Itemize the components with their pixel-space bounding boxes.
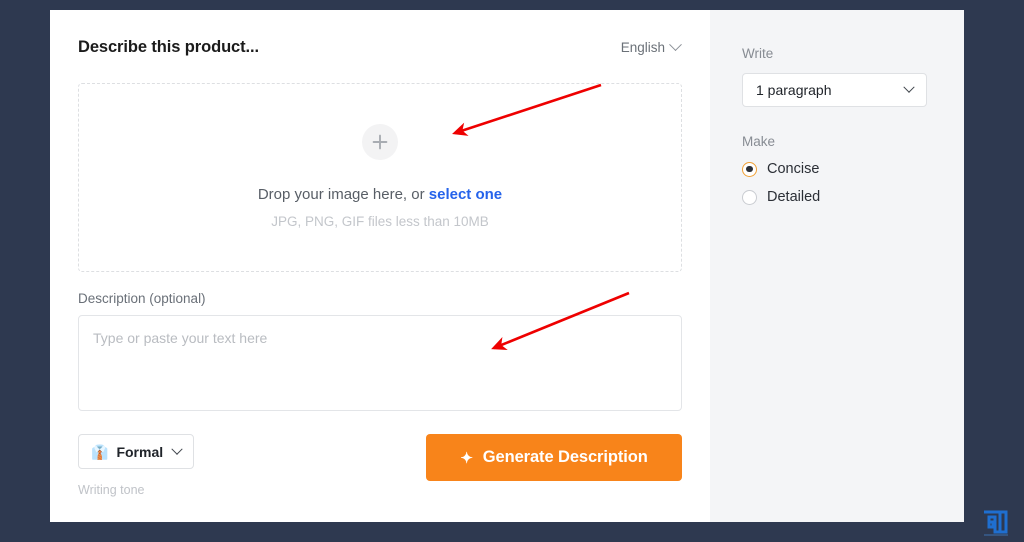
- description-label: Description (optional): [78, 291, 206, 306]
- page-title: Describe this product...: [78, 38, 259, 56]
- dropzone-prompt: Drop your image here, or select one: [258, 186, 502, 203]
- main-header: Describe this product... English: [78, 38, 682, 66]
- writing-tone-dropdown[interactable]: 👔 Formal: [78, 434, 195, 469]
- write-length-dropdown[interactable]: 1 paragraph: [742, 73, 927, 107]
- chevron-down-icon: [171, 443, 183, 455]
- radio-concise-indicator[interactable]: [742, 161, 757, 177]
- language-selector[interactable]: English: [620, 38, 682, 55]
- write-length-value: 1 paragraph: [756, 82, 832, 98]
- radio-concise-label: Concise: [767, 161, 820, 177]
- radio-detailed-indicator[interactable]: [742, 189, 757, 205]
- write-label: Write: [742, 46, 774, 61]
- writing-tone-value: Formal: [116, 443, 164, 460]
- action-bar: 👔 Formal Writing tone ✦ Generate Descrip…: [78, 434, 682, 497]
- main-panel: Describe this product... English Drop yo…: [50, 10, 710, 522]
- description-textarea[interactable]: [78, 315, 682, 411]
- radio-detailed-label: Detailed: [767, 189, 821, 205]
- radio-option-concise[interactable]: Concise: [742, 161, 964, 177]
- writing-tone-caption: Writing tone: [78, 483, 145, 497]
- chevron-down-icon: [903, 81, 915, 93]
- dropzone-prompt-text: Drop your image here, or: [257, 186, 429, 203]
- writing-tone-group: 👔 Formal Writing tone: [78, 434, 195, 497]
- watermark-logo: [980, 506, 1014, 538]
- necktie-icon: 👔: [91, 443, 109, 460]
- language-value: English: [620, 40, 665, 55]
- options-panel: Write 1 paragraph Make Concise Detailed: [710, 10, 964, 522]
- app-card: Describe this product... English Drop yo…: [50, 10, 964, 522]
- generate-description-button[interactable]: ✦ Generate Description: [426, 434, 682, 481]
- sparkles-icon: ✦: [460, 449, 473, 467]
- generate-description-label: Generate Description: [482, 448, 648, 466]
- make-label: Make: [742, 134, 776, 149]
- dropzone-hint: JPG, PNG, GIF files less than 10MB: [271, 214, 489, 229]
- plus-icon: [372, 134, 388, 150]
- chevron-down-icon: [669, 38, 682, 52]
- image-dropzone[interactable]: Drop your image here, or select one JPG,…: [78, 83, 682, 272]
- radio-option-detailed[interactable]: Detailed: [742, 189, 964, 205]
- add-image-button[interactable]: [362, 124, 398, 160]
- select-file-link[interactable]: select one: [429, 186, 502, 203]
